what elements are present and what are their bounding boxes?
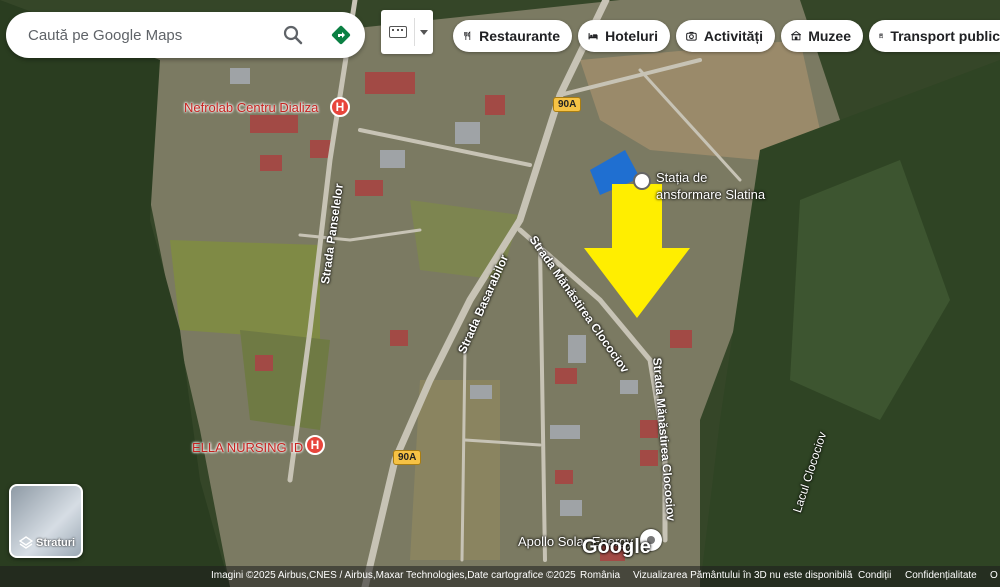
imagery-attribution: Imagini ©2025 Airbus,CNES / Airbus,Maxar… (211, 570, 576, 581)
place-label-statia-line1[interactable]: Stația de (656, 170, 707, 185)
satellite-map[interactable] (0, 0, 1000, 587)
layers-label: Straturi (36, 537, 76, 549)
place-label-ella-nursing[interactable]: ELLA NURSING ID (192, 440, 303, 455)
fork-knife-icon (464, 31, 471, 40)
route-shield-90a-bottom: 90A (393, 450, 422, 465)
chip-hotels[interactable]: Hoteluri (578, 20, 670, 52)
museum-icon (791, 30, 802, 41)
chip-museums-label: Muzee (808, 28, 851, 44)
hospital-marker-icon[interactable]: H (330, 97, 350, 117)
country-label[interactable]: România (580, 570, 620, 581)
feedback-link[interactable]: O (990, 570, 998, 581)
search-box (6, 12, 365, 58)
terms-link[interactable]: Condiții (858, 570, 891, 581)
camera-icon (686, 31, 697, 41)
route-shield-90a-top: 90A (553, 97, 582, 112)
chip-restaurants-label: Restaurante (479, 28, 560, 44)
place-label-nefrolab[interactable]: Nefrolab Centru Dializa (184, 100, 318, 115)
bed-icon (588, 33, 598, 40)
directions-icon[interactable] (329, 23, 353, 47)
chip-hotels-label: Hoteluri (605, 28, 658, 44)
layers-button[interactable]: Straturi (9, 484, 83, 558)
bus-icon (879, 33, 884, 39)
attribution-bar: Imagini ©2025 Airbus,CNES / Airbus,Maxar… (0, 566, 1000, 587)
hospital-marker-icon[interactable]: H (305, 435, 325, 455)
privacy-link[interactable]: Confidențialitate (905, 570, 977, 581)
place-label-statia-line2[interactable]: ansformare Slatina (656, 187, 765, 202)
search-input[interactable] (26, 25, 270, 45)
substation-marker-icon[interactable] (633, 172, 651, 190)
chip-activities[interactable]: Activități (676, 20, 775, 52)
chip-restaurants[interactable]: Restaurante (453, 20, 572, 52)
layers-label-row: Straturi (19, 536, 75, 550)
chip-museums[interactable]: Muzee (781, 20, 863, 52)
3d-notice: Vizualizarea Pământului în 3D nu este di… (633, 570, 853, 581)
layers-icon (19, 536, 33, 549)
chip-public-transport[interactable]: Transport public (869, 20, 1000, 52)
chip-activities-label: Activități (703, 28, 763, 44)
keyboard-icon[interactable] (389, 26, 407, 38)
chevron-down-icon[interactable] (420, 30, 428, 35)
divider (414, 18, 415, 46)
input-tools-button[interactable] (381, 10, 433, 54)
search-icon[interactable] (281, 23, 305, 47)
chip-public-transport-label: Transport public (890, 28, 1000, 44)
google-logo: Google (582, 536, 651, 558)
